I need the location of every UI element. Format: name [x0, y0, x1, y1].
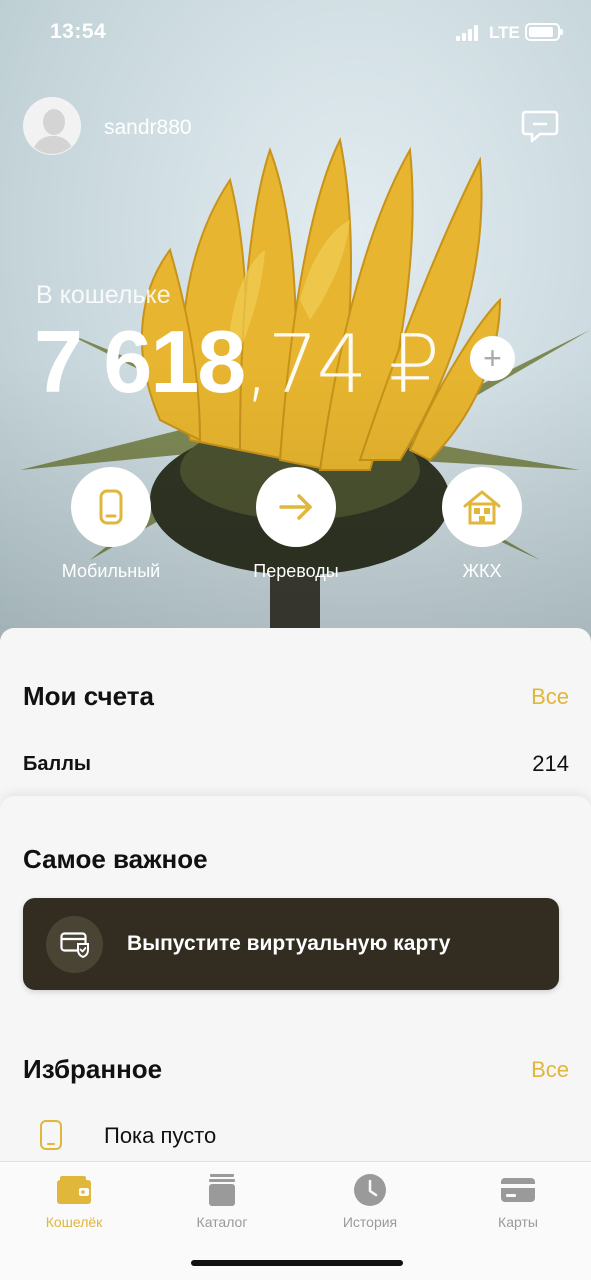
- catalog-icon: [209, 1174, 235, 1206]
- network-label: LTE: [489, 23, 520, 42]
- arrow-right-icon: [279, 494, 312, 520]
- wallet-balance[interactable]: 7 618,74 ₽: [34, 318, 440, 406]
- card-shield-icon: [60, 932, 89, 958]
- tab-history[interactable]: История: [296, 1162, 444, 1242]
- favorites-see-all-link[interactable]: Все: [531, 1057, 569, 1083]
- user-silhouette-icon: [24, 98, 80, 154]
- tab-cards[interactable]: Карты: [444, 1162, 591, 1242]
- phone-outline-icon: [40, 1120, 62, 1150]
- balance-integer: 7 618: [34, 312, 246, 411]
- quick-action-circle: [442, 467, 522, 547]
- tab-label: Каталог: [196, 1214, 248, 1230]
- wallet-icon: [57, 1176, 91, 1204]
- virtual-card-banner[interactable]: Выпустите виртуальную карту: [23, 898, 559, 990]
- avatar[interactable]: [23, 97, 81, 155]
- signal-icon: [456, 25, 482, 41]
- tab-catalog[interactable]: Каталог: [148, 1162, 296, 1242]
- accounts-title: Мои счета: [23, 681, 154, 711]
- quick-action-circle: [256, 467, 336, 547]
- favorites-title: Избранное: [23, 1054, 163, 1084]
- banner-text: Выпустите виртуальную карту: [127, 932, 451, 955]
- favorites-empty-text: Пока пусто: [104, 1123, 217, 1148]
- accounts-see-all-link[interactable]: Все: [531, 684, 569, 710]
- quick-action-circle: [71, 467, 151, 547]
- quick-action-label: ЖКХ: [462, 561, 502, 581]
- quick-action-mobile[interactable]: Мобильный: [41, 467, 181, 582]
- banner-icon-circle: [46, 916, 103, 973]
- tab-label: История: [342, 1214, 398, 1230]
- status-time: 13:54: [50, 20, 107, 43]
- important-title: Самое важное: [23, 844, 208, 874]
- tab-label: Кошелёк: [45, 1214, 103, 1230]
- balance-fraction: ,74 ₽: [244, 318, 440, 411]
- status-bar: 13:54 LTE: [0, 0, 591, 64]
- wallet-label: В кошельке: [36, 281, 171, 309]
- username[interactable]: sandr880: [104, 116, 192, 140]
- clock-icon: [354, 1174, 386, 1206]
- points-label[interactable]: Баллы: [23, 753, 91, 776]
- card-icon: [501, 1178, 535, 1202]
- points-value: 214: [532, 751, 569, 776]
- quick-action-label: Мобильный: [61, 561, 161, 581]
- tab-wallet[interactable]: Кошелёк: [0, 1162, 148, 1242]
- quick-action-label: Переводы: [253, 561, 339, 581]
- house-icon: [463, 490, 501, 525]
- phone-icon: [99, 489, 123, 525]
- quick-action-transfers[interactable]: Переводы: [226, 467, 366, 582]
- tab-label: Карты: [498, 1214, 538, 1230]
- home-indicator[interactable]: [191, 1260, 403, 1266]
- quick-action-utilities[interactable]: ЖКХ: [412, 467, 552, 582]
- battery-icon: [525, 23, 563, 41]
- chat-icon[interactable]: [520, 106, 560, 146]
- add-funds-button[interactable]: +: [470, 336, 515, 381]
